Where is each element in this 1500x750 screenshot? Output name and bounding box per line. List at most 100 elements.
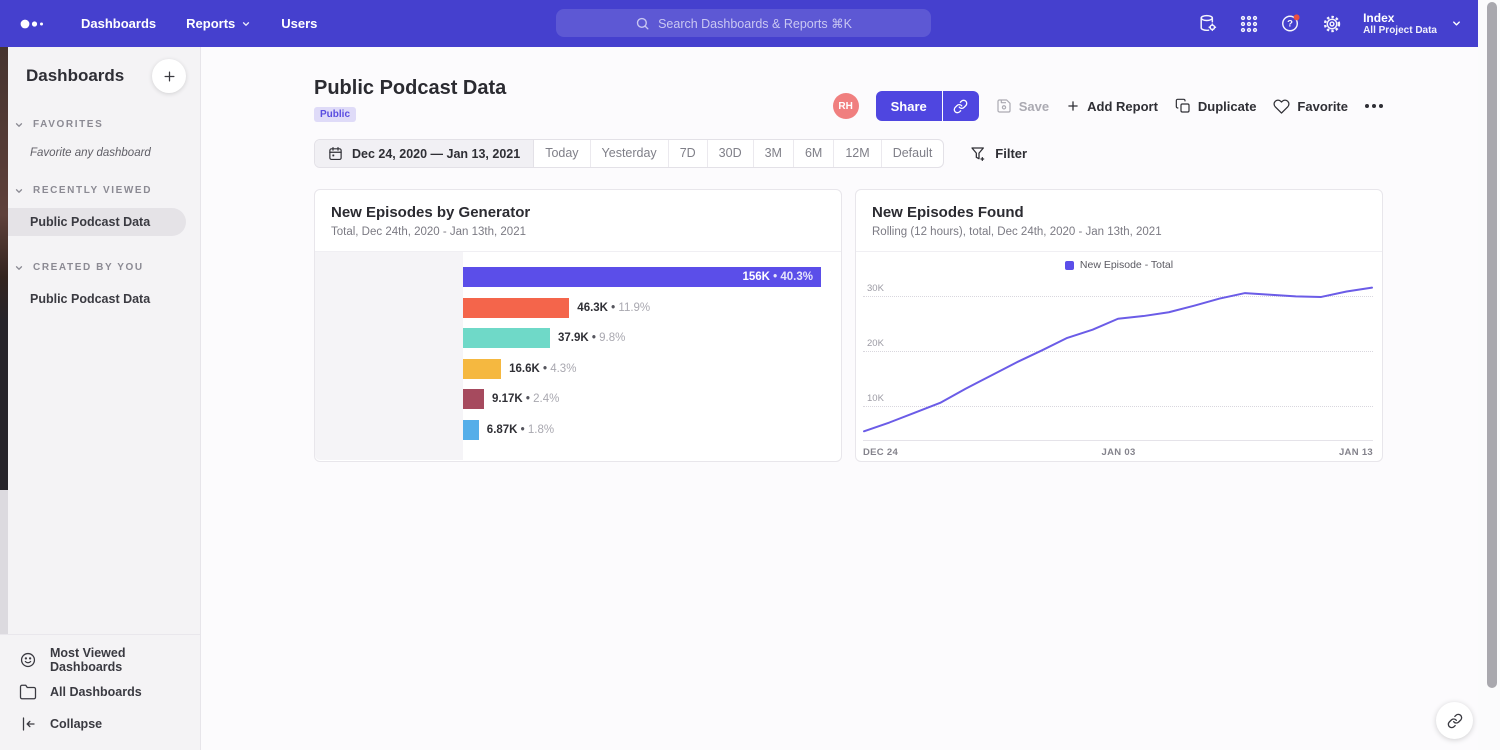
more-options-button[interactable] [1365, 100, 1383, 112]
bar[interactable] [463, 389, 484, 409]
chart-legend: New Episode - Total [856, 259, 1382, 271]
collapse-sidebar-item[interactable]: Collapse [0, 708, 200, 740]
save-button[interactable]: Save [996, 98, 1049, 114]
vertical-scrollbar[interactable] [1478, 0, 1500, 750]
date-preset-yesterday[interactable]: Yesterday [591, 140, 669, 167]
nav-item-label: Users [281, 16, 317, 31]
date-preset-7d[interactable]: 7D [669, 140, 708, 167]
save-icon [996, 98, 1012, 114]
favorite-button[interactable]: Favorite [1273, 98, 1348, 115]
bar-label-column-bg [315, 252, 463, 460]
add-report-button[interactable]: Add Report [1066, 99, 1158, 114]
collapse-icon [19, 715, 37, 733]
line-chart[interactable]: New Episode - Total 10K20K30K DEC 24JAN … [856, 252, 1382, 461]
chevron-down-icon [14, 186, 24, 196]
date-preset-12m[interactable]: 12M [834, 140, 881, 167]
bar-value-label: 9.17K • 2.4% [492, 393, 559, 405]
section-label: FAVORITES [33, 119, 103, 130]
chart-subtitle: Total, Dec 24th, 2020 - Jan 13th, 2021 [331, 226, 825, 238]
footer-item-label: Collapse [50, 717, 102, 731]
mixpanel-logo-icon[interactable] [19, 18, 53, 30]
calendar-icon [328, 146, 343, 161]
top-navbar: Dashboards Reports Users Search Dashboards… [0, 0, 1478, 47]
x-axis-tick-label: DEC 24 [863, 447, 898, 458]
bar[interactable] [463, 328, 550, 348]
sidebar-section-recently-viewed: RECENTLY VIEWED Public Podcast Data [0, 185, 200, 236]
bar[interactable]: 156K • 40.3% [463, 267, 821, 287]
bar[interactable] [463, 420, 479, 440]
favorites-empty-note: Favorite any dashboard [30, 147, 200, 159]
sidebar-item-public-podcast-data[interactable]: Public Podcast Data [0, 208, 186, 236]
avatar[interactable]: RH [833, 93, 859, 119]
nav-item-label: Reports [186, 16, 235, 31]
nav-item-reports[interactable]: Reports [186, 16, 251, 31]
folder-icon [19, 683, 37, 701]
chevron-down-icon [1451, 18, 1462, 29]
sidebar-footer: Most Viewed Dashboards All Dashboards Co… [0, 634, 200, 750]
bar[interactable] [463, 359, 501, 379]
share-button[interactable]: Share [876, 91, 942, 121]
section-header[interactable]: CREATED BY YOU [0, 262, 200, 273]
date-preset-today[interactable]: Today [534, 140, 590, 167]
bar-value-label: 16.6K • 4.3% [509, 363, 576, 375]
public-badge: Public [314, 107, 356, 122]
x-axis-labels: DEC 24JAN 03JAN 13 [863, 447, 1373, 458]
bar-zone: 6.87K • 1.8% [463, 420, 841, 440]
search-input[interactable]: Search Dashboards & Reports ⌘K [556, 9, 931, 37]
floating-copy-link-button[interactable] [1436, 702, 1473, 739]
header-actions: RH Share Save [833, 90, 1383, 122]
sidebar-item-public-podcast-data[interactable]: Public Podcast Data [0, 285, 200, 313]
add-dashboard-button[interactable] [152, 59, 186, 93]
chevron-down-icon [14, 120, 24, 130]
settings-gear-icon[interactable] [1322, 14, 1342, 34]
apps-grid-icon[interactable] [1239, 14, 1259, 34]
svg-text:?: ? [1287, 19, 1293, 30]
date-preset-3m[interactable]: 3M [754, 140, 794, 167]
all-dashboards-item[interactable]: All Dashboards [0, 676, 200, 708]
search-icon [635, 16, 650, 31]
background-window-edge [0, 47, 8, 490]
project-switcher[interactable]: Index All Project Data [1363, 11, 1462, 37]
smiley-icon [19, 651, 37, 669]
link-icon [1447, 713, 1463, 729]
date-preset-6m[interactable]: 6M [794, 140, 834, 167]
chart-title: New Episodes Found [872, 204, 1366, 221]
date-range-control: Dec 24, 2020 — Jan 13, 2021 TodayYesterd… [314, 139, 944, 168]
section-header[interactable]: FAVORITES [0, 119, 200, 130]
main-content: Public Podcast Data Public RH Share [201, 47, 1478, 750]
share-button-group: Share [876, 91, 979, 121]
duplicate-button[interactable]: Duplicate [1175, 98, 1257, 114]
bar-chart[interactable]: Anchor Podcasts156K • 40.3%Libsyn WebEng… [315, 252, 841, 461]
date-preset-30d[interactable]: 30D [708, 140, 754, 167]
data-settings-icon[interactable] [1197, 13, 1218, 34]
chart-subtitle: Rolling (12 hours), total, Dec 24th, 202… [872, 226, 1366, 238]
project-name: Index [1363, 11, 1437, 25]
bar-zone: 46.3K • 11.9% [463, 298, 841, 318]
scrollbar-thumb[interactable] [1487, 2, 1497, 688]
line-series [863, 274, 1373, 440]
x-axis-tick-label: JAN 13 [1339, 447, 1373, 458]
filter-funnel-icon [970, 146, 986, 162]
notification-dot [1294, 14, 1300, 20]
navbar-right-cluster: ? Index All Project Data [1197, 0, 1462, 47]
sidebar-section-created-by-you: CREATED BY YOU Public Podcast Data [0, 262, 200, 313]
date-preset-default[interactable]: Default [882, 140, 944, 167]
copy-share-link-button[interactable] [943, 91, 979, 121]
most-viewed-dashboards-item[interactable]: Most Viewed Dashboards [0, 644, 200, 676]
nav-item-dashboards[interactable]: Dashboards [81, 16, 156, 31]
chevron-down-icon [241, 19, 251, 29]
filter-button[interactable]: Filter [970, 146, 1027, 162]
bar-value-label: 46.3K • 11.9% [577, 302, 650, 314]
bar-zone: 37.9K • 9.8% [463, 328, 841, 348]
date-range-picker[interactable]: Dec 24, 2020 — Jan 13, 2021 [315, 140, 534, 167]
nav-item-users[interactable]: Users [281, 16, 317, 31]
page-title: Public Podcast Data [314, 77, 506, 100]
help-icon[interactable]: ? [1280, 13, 1301, 34]
toolbar: Dec 24, 2020 — Jan 13, 2021 TodayYesterd… [314, 139, 1383, 168]
bar-value-label: 6.87K • 1.8% [487, 424, 554, 436]
footer-item-label: All Dashboards [50, 685, 142, 699]
date-range-value: Dec 24, 2020 — Jan 13, 2021 [352, 147, 520, 161]
bar[interactable] [463, 298, 569, 318]
bar-zone: 16.6K • 4.3% [463, 359, 841, 379]
section-header[interactable]: RECENTLY VIEWED [0, 185, 200, 196]
